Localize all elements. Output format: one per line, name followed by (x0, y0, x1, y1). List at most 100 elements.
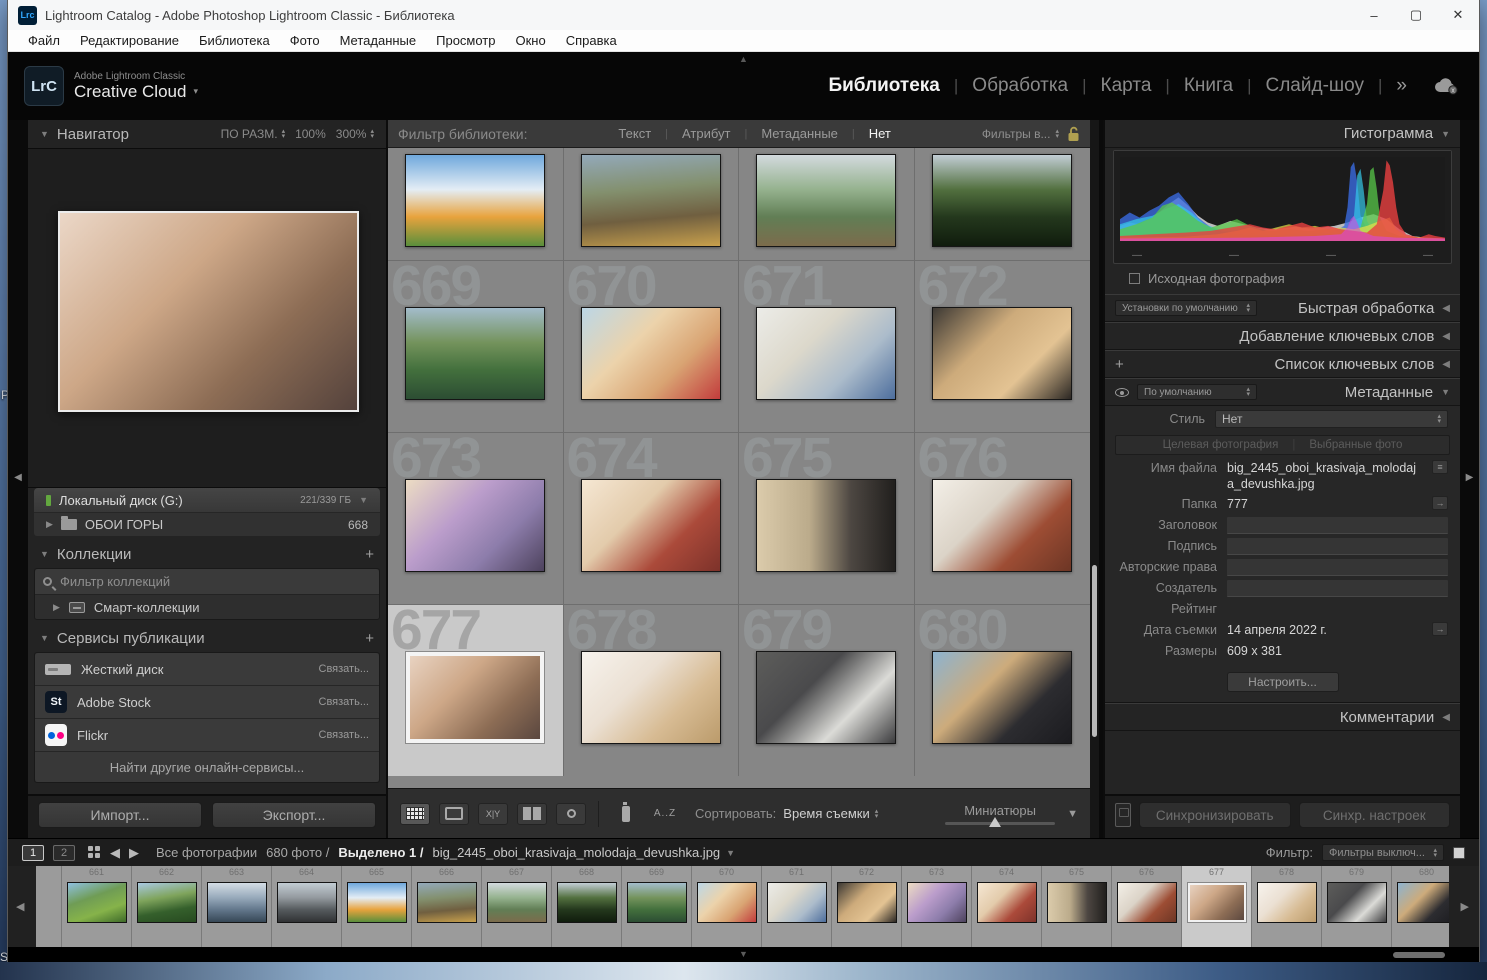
filmstrip-cell-671[interactable]: 671 (762, 866, 832, 947)
keyword-list-header[interactable]: + Список ключевых слов ◀ (1105, 350, 1460, 378)
sort-direction-button[interactable]: A..Z (650, 803, 680, 825)
filmstrip-cell-675[interactable]: 675 (1042, 866, 1112, 947)
minimize-button[interactable]: – (1353, 0, 1395, 30)
filmstrip-cell-680[interactable]: 680 (1392, 866, 1449, 947)
filmstrip-thumbnail[interactable] (907, 882, 967, 923)
filmstrip-filter-dropdown[interactable]: Фильтры выключ... (1322, 844, 1444, 861)
metadata-field-input[interactable] (1227, 580, 1448, 597)
maximize-button[interactable]: ▢ (1395, 0, 1437, 30)
filmstrip-thumbnail[interactable] (837, 882, 897, 923)
second-window-button[interactable]: 2 (53, 845, 75, 861)
slider-knob[interactable] (989, 817, 1001, 827)
metadata-header[interactable]: По умолчанию Метаданные ▼ (1105, 378, 1460, 406)
source-indicator[interactable]: Все фотографии (156, 845, 257, 860)
publish-service-3[interactable]: FlickrСвязать... (35, 719, 379, 752)
filmstrip-cell-664[interactable]: 664 (272, 866, 342, 947)
menu-item-2[interactable]: Редактирование (70, 33, 189, 48)
photo-thumbnail[interactable] (932, 651, 1072, 744)
filter-tab-4[interactable]: Нет (861, 126, 899, 141)
filmstrip-cell-668[interactable]: 668 (552, 866, 622, 947)
navigator-zoom-300[interactable]: 300% (336, 127, 374, 141)
sort-criteria-dropdown[interactable]: Время съемки (783, 806, 878, 821)
filmstrip-thumbnail[interactable] (1397, 882, 1450, 923)
filmstrip-cell-678[interactable]: 678 (1252, 866, 1322, 947)
photo-thumbnail[interactable] (405, 651, 545, 744)
navigator-fit-option[interactable]: ПО РАЗМ. (221, 127, 285, 141)
metadata-field-input[interactable] (1227, 517, 1448, 534)
filmstrip-cell-663[interactable]: 663 (202, 866, 272, 947)
filter-lamp-toggle[interactable] (1453, 847, 1465, 859)
eye-icon[interactable] (1115, 388, 1129, 397)
keywording-header[interactable]: Добавление ключевых слов ◀ (1105, 322, 1460, 350)
open-list-icon[interactable]: ≡ (1432, 460, 1448, 474)
cloud-sync-icon[interactable]: x (1433, 77, 1459, 95)
metadata-field-input[interactable] (1227, 559, 1448, 576)
add-collection-button[interactable]: + (365, 546, 374, 563)
metadata-field-input[interactable] (1227, 538, 1448, 555)
find-more-services-button[interactable]: Найти другие онлайн-сервисы... (35, 752, 379, 782)
style-dropdown[interactable]: Нет (1215, 410, 1448, 428)
photo-thumbnail[interactable] (581, 307, 721, 400)
customize-metadata-button[interactable]: Настроить... (1227, 672, 1339, 692)
checkbox-icon[interactable] (1129, 273, 1140, 284)
compare-view-button[interactable]: X|Y (478, 803, 508, 825)
grid-view-button[interactable] (400, 803, 430, 825)
add-publish-service-button[interactable]: + (365, 630, 374, 647)
grid-cell-669[interactable]: 669 (388, 261, 564, 432)
grid-cell-676[interactable]: 676 (915, 433, 1091, 604)
photo-thumbnail[interactable] (756, 307, 896, 400)
grid-cell-674[interactable]: 674 (564, 433, 740, 604)
filmstrip-thumbnail[interactable] (627, 882, 687, 923)
filter-preset-dropdown[interactable]: Фильтры в... (982, 127, 1059, 141)
metadata-preset-dropdown[interactable]: По умолчанию (1137, 384, 1257, 400)
grid-scrollbar-thumb[interactable] (1092, 565, 1097, 737)
filmstrip-cell-669[interactable]: 669 (622, 866, 692, 947)
module-tab-2[interactable]: Обработка (972, 75, 1068, 97)
filmstrip-thumbnail[interactable] (207, 882, 267, 923)
photo-thumbnail[interactable] (405, 154, 545, 247)
publish-service-connect-link[interactable]: Связать... (319, 696, 369, 708)
thumbnail-size-slider[interactable] (945, 822, 1055, 825)
forward-arrow-button[interactable]: ▶ (129, 845, 139, 861)
photo-thumbnail[interactable] (932, 479, 1072, 572)
filmstrip-cell-676[interactable]: 676 (1112, 866, 1182, 947)
navigator-header[interactable]: ▼ Навигатор ПО РАЗМ. 100% 300% (28, 120, 386, 148)
add-keyword-button[interactable]: + (1115, 356, 1124, 373)
filmstrip-thumbnail[interactable] (557, 882, 617, 923)
go-to-arrow-icon[interactable]: → (1432, 496, 1448, 510)
expand-arrow-icon[interactable]: ▶ (53, 602, 60, 613)
photo-thumbnail[interactable] (581, 651, 721, 744)
module-overflow-chevron[interactable]: » (1396, 75, 1407, 97)
menu-item-5[interactable]: Метаданные (330, 33, 427, 48)
photo-thumbnail[interactable] (581, 479, 721, 572)
close-button[interactable]: ✕ (1437, 0, 1479, 30)
publish-services-header[interactable]: ▼ Сервисы публикации + (28, 624, 386, 652)
selected-filename[interactable]: big_2445_oboi_krasivaja_molodaja_devushk… (433, 845, 736, 860)
photo-thumbnail[interactable] (405, 479, 545, 572)
photo-thumbnail[interactable] (581, 154, 721, 247)
filter-tab-2[interactable]: Атрибут (674, 126, 738, 141)
grid-cell-667[interactable] (739, 148, 915, 260)
grid-cell-670[interactable]: 670 (564, 261, 740, 432)
filter-lock-icon[interactable] (1067, 126, 1080, 142)
publish-service-1[interactable]: Жесткий дискСвязать... (35, 653, 379, 686)
filmstrip-thumbnail[interactable] (1117, 882, 1177, 923)
menu-item-1[interactable]: Файл (18, 33, 70, 48)
left-panel-collapse-strip[interactable]: ◀ (8, 120, 28, 838)
sync-settings-button[interactable]: Синхр. настроек (1299, 802, 1451, 828)
folder-item-oboi-gory[interactable]: ▶ ОБОИ ГОРЫ 668 (34, 512, 380, 536)
navigator-zoom-100[interactable]: 100% (295, 127, 326, 141)
photo-thumbnail[interactable] (405, 307, 545, 400)
filmstrip-thumbnail[interactable] (1327, 882, 1387, 923)
grid-cell-666[interactable] (564, 148, 740, 260)
quick-develop-preset-dropdown[interactable]: Установки по умолчанию (1115, 300, 1257, 316)
grid-cell-675[interactable]: 675 (739, 433, 915, 604)
module-tab-4[interactable]: Книга (1184, 75, 1233, 97)
menu-item-8[interactable]: Справка (556, 33, 627, 48)
filmstrip-cell-677[interactable]: 677 (1182, 866, 1252, 947)
grid-cell-678[interactable]: 678 (564, 605, 740, 776)
photo-thumbnail[interactable] (756, 651, 896, 744)
filmstrip-scrollbar-thumb[interactable] (1393, 952, 1445, 958)
filmstrip-cell-665[interactable]: 665 (342, 866, 412, 947)
painter-tool-button[interactable] (611, 803, 641, 825)
